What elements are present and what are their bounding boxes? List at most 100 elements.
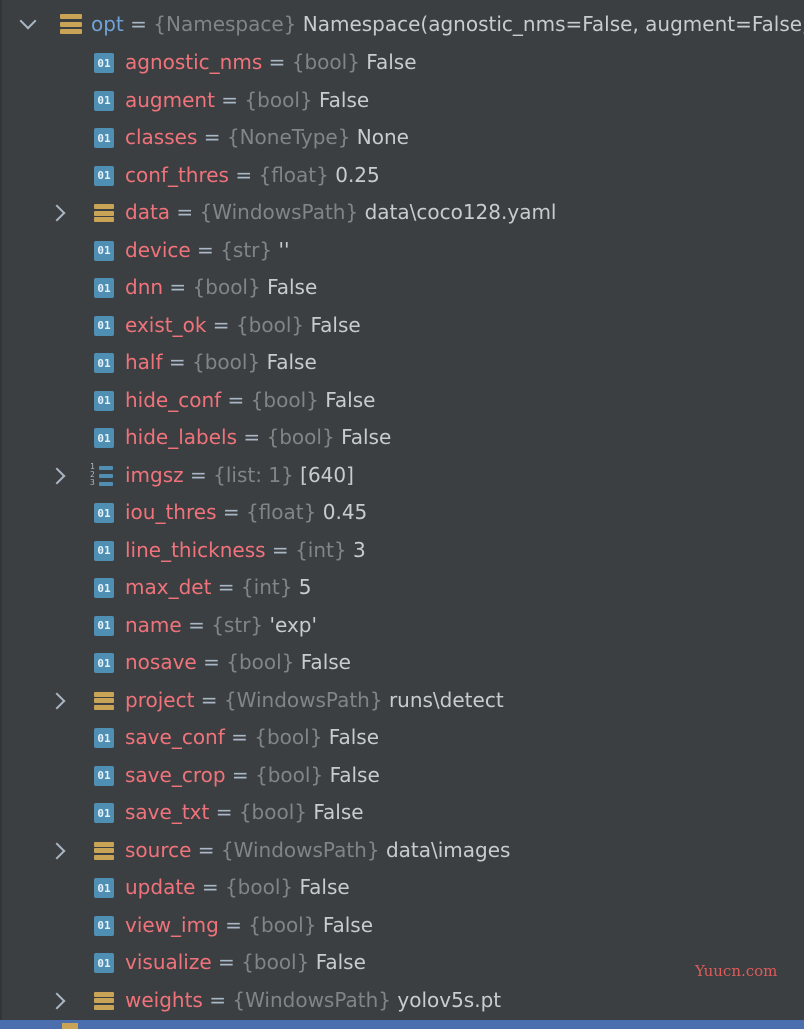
equals-sign: = (218, 912, 249, 937)
variable-value: '' (278, 237, 290, 262)
variable-name: half (125, 350, 163, 374)
list-index-digits: 123 (90, 461, 95, 487)
variable-value: False (366, 50, 417, 74)
primitive-icon: 01 (94, 428, 114, 448)
tree-row-save-txt[interactable]: 01 save_txt = {bool} False (0, 794, 804, 832)
namespace-object-icon (60, 13, 82, 35)
tree-row-weights[interactable]: weights = {WindowsPath} yolov5s.pt (0, 982, 804, 1020)
tree-row-opt[interactable]: opt = {Namespace} Namespace(agnostic_nms… (0, 6, 804, 44)
equals-sign: = (216, 500, 246, 524)
equals-sign: = (209, 800, 239, 824)
primitive-icon: 01 (94, 503, 114, 523)
tree-row-text: classes = {NoneType} None (125, 119, 409, 157)
tree-row-update[interactable]: 01 update = {bool} False (0, 869, 804, 907)
tree-row-hide-conf[interactable]: 01 hide_conf = {bool} False (0, 382, 804, 420)
chevron-right-icon[interactable] (48, 692, 66, 709)
equals-sign: = (206, 312, 236, 337)
tree-row-agnostic-nms[interactable]: 01 agnostic_nms = {bool} False (0, 44, 804, 82)
tree-row-data[interactable]: data = {WindowsPath} data\coco128.yaml (0, 194, 804, 232)
variable-name: hide_conf (125, 387, 222, 412)
variable-value: 0.45 (322, 500, 368, 524)
variable-name: classes (125, 125, 198, 149)
type-hint: {bool} (238, 800, 308, 824)
object-icon (94, 203, 114, 223)
primitive-icon: 01 (94, 278, 114, 298)
selected-row-bar[interactable] (0, 1020, 804, 1029)
tree-row-nosave[interactable]: 01 nosave = {bool} False (0, 644, 804, 682)
primitive-icon: 01 (94, 128, 114, 148)
primitive-icon: 01 (94, 728, 114, 748)
variable-name: hide_labels (125, 425, 238, 449)
tree-row-hide-labels[interactable]: 01 hide_labels = {bool} False (0, 419, 804, 457)
tree-row-max-det[interactable]: 01 max_det = {int} 5 (0, 569, 804, 607)
variable-value: data\coco128.yaml (364, 200, 557, 224)
tree-row-text: save_txt = {bool} False (125, 794, 364, 832)
chevron-right-icon[interactable] (48, 467, 66, 484)
tree-row-text: augment = {bool} False (125, 82, 369, 120)
object-icon (94, 841, 114, 861)
object-icon (94, 691, 114, 711)
tree-row-text: visualize = {bool} False (125, 944, 366, 982)
variable-value: runs\detect (388, 687, 504, 712)
type-hint: {bool} (226, 650, 295, 674)
primitive-icon: 01 (94, 765, 114, 786)
primitive-icon: 01 (94, 953, 114, 973)
type-hint: {WindowsPath} (199, 200, 359, 224)
tree-row-text: iou_thres = {float} 0.45 (125, 494, 367, 532)
type-hint: {bool} (248, 912, 317, 937)
equals-sign: = (224, 725, 255, 749)
tree-row-augment[interactable]: 01 augment = {bool} False (0, 82, 804, 120)
chevron-right-icon[interactable] (48, 204, 66, 222)
tree-row-text: update = {bool} False (125, 869, 350, 907)
variable-name: save_txt (125, 800, 210, 824)
type-hint: {int} (295, 537, 347, 562)
debugger-variables-tree[interactable]: opt = {Namespace} Namespace(agnostic_nms… (0, 0, 804, 1020)
type-hint: {Namespace} (153, 12, 297, 36)
variable-name: source (125, 837, 192, 862)
variable-name: agnostic_nms (125, 50, 263, 74)
equals-sign: = (211, 950, 242, 974)
tree-row-save-conf[interactable]: 01 save_conf = {bool} False (0, 719, 804, 757)
tree-row-project[interactable]: project = {WindowsPath} runs\detect (0, 682, 804, 720)
variable-name: save_conf (125, 725, 225, 749)
chevron-down-icon[interactable] (19, 12, 37, 30)
type-hint: {float} (245, 500, 317, 524)
type-hint: {bool} (224, 875, 294, 899)
tree-row-dnn[interactable]: 01 dnn = {bool} False (0, 269, 804, 307)
tree-row-half[interactable]: 01 half = {bool} False (0, 344, 804, 382)
type-hint: {bool} (241, 950, 310, 974)
tree-row-conf-thres[interactable]: 01 conf_thres = {float} 0.25 (0, 157, 804, 195)
tree-row-text: device = {str} '' (125, 232, 289, 270)
type-hint: {bool} (192, 350, 261, 374)
variable-value: False (267, 275, 318, 299)
variable-name: exist_ok (125, 312, 207, 337)
tree-row-device[interactable]: 01 device = {str} '' (0, 232, 804, 270)
tree-row-save-crop[interactable]: 01 save_crop = {bool} False (0, 757, 804, 795)
variable-name: update (125, 875, 196, 899)
tree-row-text: save_crop = {bool} False (125, 757, 380, 795)
equals-sign: = (163, 275, 193, 299)
tree-row-visualize[interactable]: 01 visualize = {bool} False (0, 944, 804, 982)
tree-row-line-thickness[interactable]: 01 line_thickness = {int} 3 (0, 532, 804, 570)
tree-row-view-img[interactable]: 01 view_img = {bool} False (0, 907, 804, 945)
tree-row-imgsz[interactable]: 123 imgsz = {list: 1} [640] (0, 457, 804, 495)
tree-row-text: exist_ok = {bool} False (125, 307, 361, 345)
chevron-right-icon[interactable] (48, 992, 66, 1009)
variable-value: False (341, 425, 392, 449)
tree-row-text: dnn = {bool} False (125, 269, 317, 307)
tree-row-source[interactable]: source = {WindowsPath} data\images (0, 832, 804, 870)
tree-row-text: view_img = {bool} False (125, 907, 373, 945)
equals-sign: = (221, 387, 251, 412)
tree-row-exist-ok[interactable]: 01 exist_ok = {bool} False (0, 307, 804, 345)
tree-row-iou-thres[interactable]: 01 iou_thres = {float} 0.45 (0, 494, 804, 532)
tree-row-text: agnostic_nms = {bool} False (125, 44, 417, 82)
tree-row-text: line_thickness = {int} 3 (125, 532, 366, 570)
tree-row-name[interactable]: 01 name = {str} 'exp' (0, 607, 804, 645)
variable-value: 3 (352, 537, 366, 562)
chevron-right-icon[interactable] (48, 842, 66, 859)
type-hint: {bool} (291, 50, 360, 74)
tree-row-classes[interactable]: 01 classes = {NoneType} None (0, 119, 804, 157)
variable-value: False (313, 800, 364, 824)
equals-sign: = (195, 875, 225, 899)
equals-sign: = (237, 425, 267, 449)
